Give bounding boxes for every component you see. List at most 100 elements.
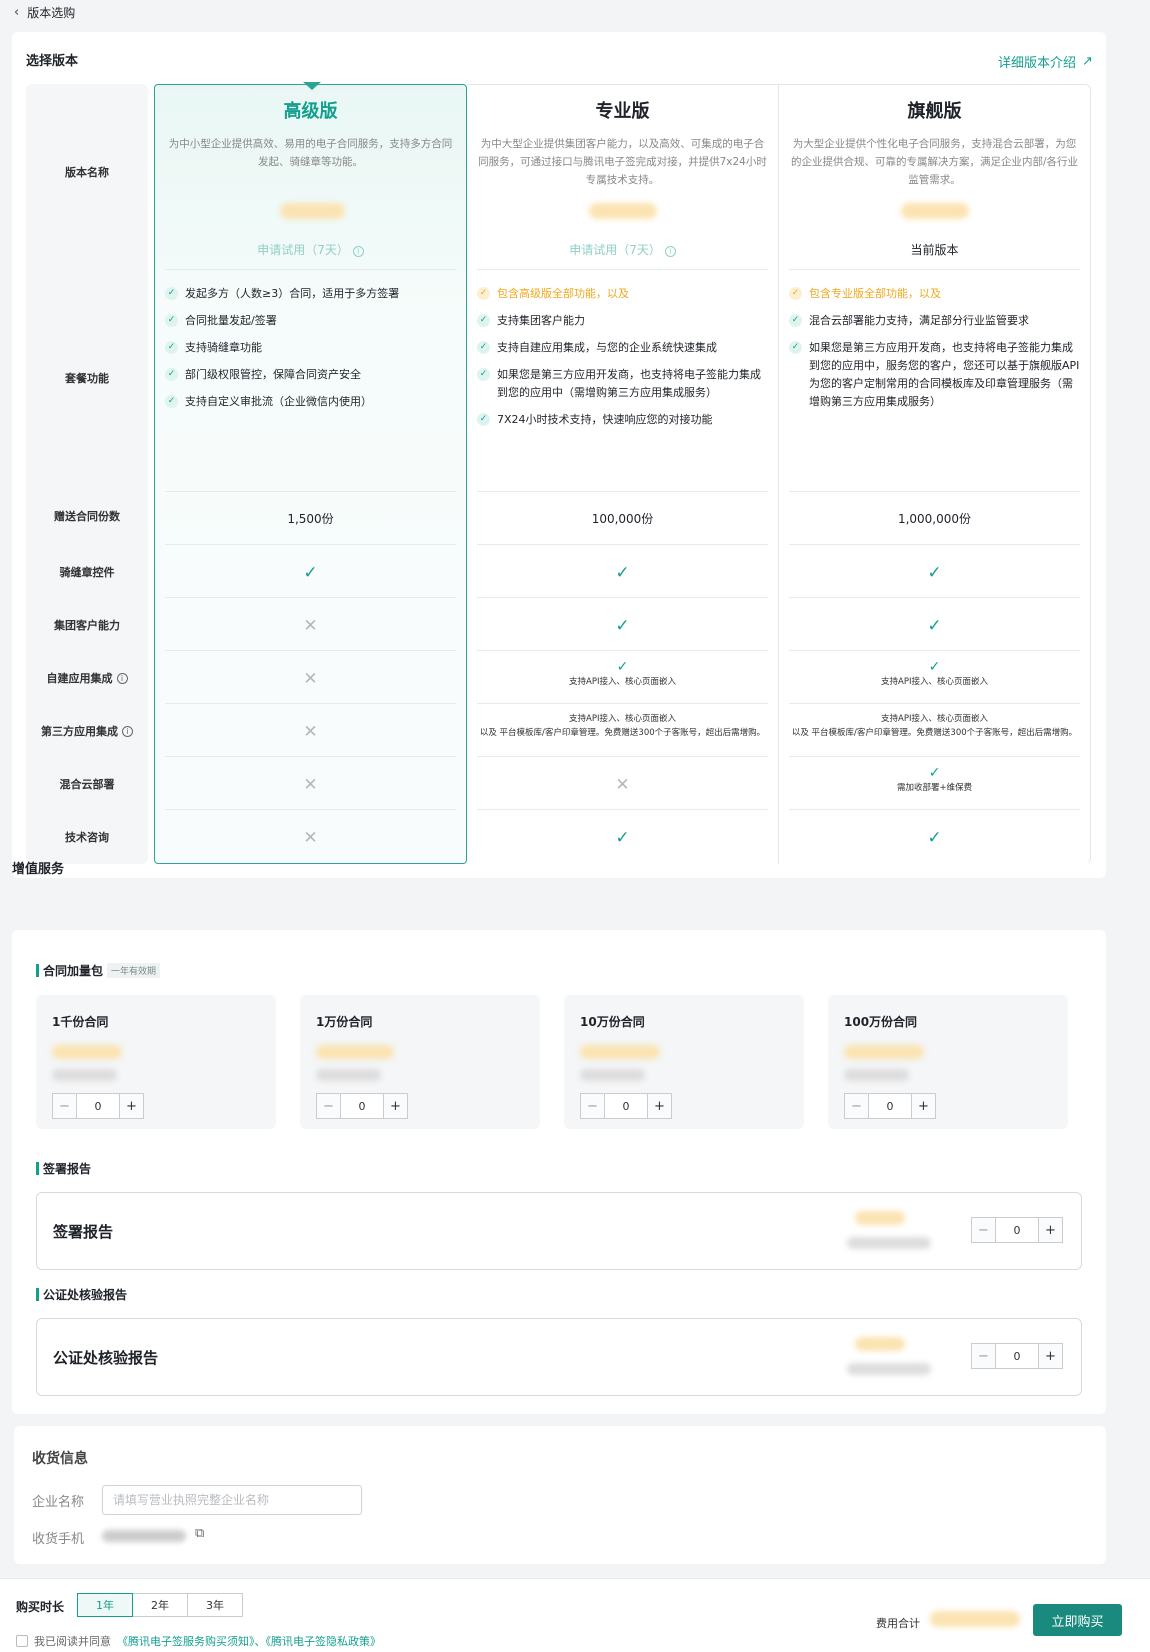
minus-icon[interactable]: − — [53, 1094, 77, 1118]
row-label-seal: 骑缝章控件 — [59, 566, 115, 579]
back-nav[interactable]: ‹ 版本选购 — [14, 4, 75, 21]
quantity-stepper[interactable]: −0 + — [52, 1093, 144, 1119]
row-label-group: 集团客户能力 — [54, 619, 120, 632]
minus-icon[interactable]: − — [972, 1344, 996, 1368]
feature-lead-text: 包含专业版全部功能，以及 — [809, 287, 941, 300]
version-column-pro[interactable]: 专业版 为中大型企业提供集团客户能力，以及高效、可集成的电子合同服务，可通过接口… — [467, 84, 779, 864]
divider — [789, 650, 1080, 651]
agreement-text: 我已阅读并同意 — [34, 1635, 111, 1648]
divider — [789, 544, 1080, 545]
detail-link-label[interactable]: 详细版本介绍 — [998, 52, 1076, 71]
chevron-left-icon[interactable]: ‹ — [14, 5, 19, 20]
check-icon: ✓ — [927, 828, 942, 848]
value-services-title: 增值服务 — [12, 862, 65, 877]
pack-name: 1千份合同 — [52, 1015, 109, 1029]
minus-icon[interactable]: − — [317, 1094, 341, 1118]
quantity-stepper[interactable]: −0 + — [844, 1093, 936, 1119]
plus-icon[interactable]: + — [647, 1094, 671, 1118]
check-icon: ✓ — [615, 563, 630, 583]
row-label-name: 版本名称 — [65, 166, 109, 179]
minus-icon[interactable]: − — [581, 1094, 605, 1118]
row-label-selfapp-text: 自建应用集成 — [46, 672, 113, 685]
pack-title: 合同加量包 — [43, 964, 104, 978]
agreement-links[interactable]: 《腾讯电子签服务购买须知》、《腾讯电子签隐私政策》 — [117, 1633, 381, 1649]
row-label-features: 套餐功能 — [65, 372, 109, 385]
quantity-stepper[interactable]: −0 + — [971, 1343, 1063, 1369]
row-label-thirdapp-text: 第三方应用集成 — [41, 725, 118, 738]
check-circle-icon: ✓ — [477, 314, 490, 327]
duration-option-3y[interactable]: 3年 — [187, 1593, 243, 1617]
pack-card: 1千份合同 −0 + — [36, 995, 276, 1129]
duration-option-1y[interactable]: 1年 — [77, 1593, 133, 1617]
duration-options: 1年 2年 3年 — [77, 1593, 243, 1617]
minus-icon[interactable]: − — [972, 1218, 996, 1242]
price-blurred — [844, 1045, 924, 1059]
cross-icon: ✕ — [303, 616, 318, 636]
quantity-stepper[interactable]: −0 + — [580, 1093, 672, 1119]
feature-text: 支持骑缝章功能 — [185, 341, 262, 354]
feature-text: 发起多方（人数≥3）合同，适用于多方签署 — [185, 287, 400, 300]
trial-label[interactable]: 申请试用（7天） — [257, 243, 349, 257]
minus-icon[interactable]: − — [845, 1094, 869, 1118]
check-icon: ✓ — [928, 765, 941, 781]
divider — [165, 544, 456, 545]
info-icon[interactable]: i — [116, 672, 128, 684]
section-title: 选择版本 — [26, 54, 79, 69]
quantity-value[interactable]: 0 — [996, 1218, 1038, 1242]
feature-item: ✓ 如果您是第三方应用开发商，也支持将电子签能力集成到您的应用中（需增购第三方应用… — [477, 366, 770, 402]
company-name-input[interactable]: 请填写营业执照完整企业名称 — [102, 1485, 362, 1515]
divider — [477, 597, 768, 598]
plus-icon[interactable]: + — [383, 1094, 407, 1118]
total-blurred — [930, 1611, 1020, 1627]
feature-list: ✓ 包含高级版全部功能，以及 ✓ 支持集团客户能力 ✓ 支持自建应用集成，与您的企业系… — [477, 285, 770, 438]
info-icon[interactable]: i — [352, 246, 364, 257]
cross-icon: ✕ — [615, 775, 630, 795]
selfapp-cell: ✓ 支持API接入、核心页面嵌入 — [779, 659, 1090, 689]
external-link-icon[interactable]: ↗ — [1082, 54, 1093, 69]
quantity-value[interactable]: 0 — [869, 1094, 911, 1118]
quantity-value[interactable]: 0 — [341, 1094, 383, 1118]
plus-icon[interactable]: + — [119, 1094, 143, 1118]
info-icon[interactable]: i — [122, 725, 133, 737]
divider — [165, 650, 456, 651]
duration-option-2y[interactable]: 2年 — [132, 1593, 188, 1617]
buy-now-button[interactable]: 立即购买 — [1033, 1604, 1122, 1636]
check-circle-icon: ✓ — [477, 287, 490, 300]
row-label-consult: 技术咨询 — [65, 831, 109, 844]
detail-link[interactable]: 详细版本介绍 ↗ — [998, 52, 1093, 71]
hybrid-cell: ✓ 需加收部署+维保费 — [779, 765, 1090, 795]
plus-icon[interactable]: + — [911, 1094, 935, 1118]
divider — [477, 650, 768, 651]
info-icon[interactable]: i — [664, 246, 676, 257]
version-column-flagship[interactable]: 旗舰版 为大型企业提供个性化电子合同服务，支持混合云部署，为您的企业提供合规、可… — [779, 84, 1091, 864]
check-circle-icon: ✓ — [789, 287, 802, 300]
contracts-value: 1,000,000份 — [897, 512, 972, 526]
agreement-checkbox[interactable] — [16, 1635, 28, 1647]
trial-label[interactable]: 申请试用（7天） — [569, 243, 661, 257]
quantity-value[interactable]: 0 — [605, 1094, 647, 1118]
quantity-stepper[interactable]: −0 + — [316, 1093, 408, 1119]
plus-icon[interactable]: + — [1038, 1344, 1062, 1368]
quantity-value[interactable]: 0 — [77, 1094, 119, 1118]
divider — [789, 809, 1080, 810]
divider — [165, 756, 456, 757]
trial-button[interactable]: 申请试用（7天） i — [155, 241, 466, 258]
trial-button[interactable]: 申请试用（7天） i — [467, 241, 778, 258]
feature-item: ✓ 支持自建应用集成，与您的企业系统快速集成 — [477, 339, 770, 357]
quantity-stepper[interactable]: −0 + — [971, 1217, 1063, 1243]
plus-icon[interactable]: + — [1038, 1218, 1062, 1242]
divider — [477, 269, 768, 270]
notary-report-card: 公证处核验报告 −0 + — [36, 1318, 1082, 1396]
check-circle-icon: ✓ — [165, 395, 178, 408]
quantity-value[interactable]: 0 — [996, 1344, 1038, 1368]
divider — [477, 809, 768, 810]
edit-icon[interactable]: ⧉ — [195, 1526, 204, 1541]
version-column-advanced[interactable]: 高级版 为中小型企业提供高效、易用的电子合同服务，支持多方合同发起、骑缝章等功能… — [154, 82, 467, 864]
divider — [477, 756, 768, 757]
feature-lead-text: 包含高级版全部功能，以及 — [497, 287, 629, 300]
check-icon: ✓ — [615, 828, 630, 848]
feature-text: 如果您是第三方应用开发商，也支持将电子签能力集成到您的应用中（需增购第三方应用集… — [497, 368, 761, 399]
price-blurred — [316, 1069, 381, 1081]
feature-text: 如果您是第三方应用开发商，也支持将电子签能力集成到您的应用中，服务您的客户，您还… — [809, 341, 1080, 408]
selfapp-cell: ✓ 支持API接入、核心页面嵌入 — [467, 659, 778, 689]
